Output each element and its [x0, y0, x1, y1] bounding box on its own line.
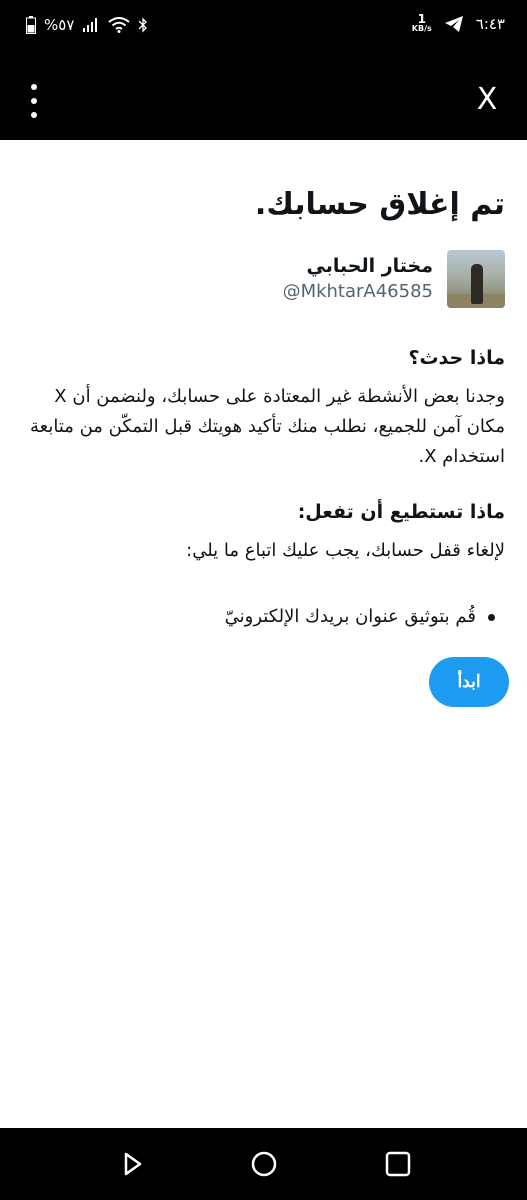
avatar-figure: [471, 264, 483, 304]
list-item: قُم بتوثيق عنوان بريدك الإلكترونيّ: [22, 602, 505, 632]
locked-account-content: تم إغلاق حسابك. مختار الحبابي @MkhtarA46…: [22, 140, 505, 632]
top-app-bar: X: [0, 60, 527, 140]
more-vert-icon[interactable]: [22, 84, 46, 118]
what-you-can-do-heading: ماذا تستطيع أن تفعل:: [297, 501, 505, 523]
battery-icon: [26, 16, 36, 34]
account-text: مختار الحبابي @MkhtarA46585: [283, 253, 433, 305]
status-bar: %٥٧ 1 KB/s ٦:٤٣: [0, 0, 527, 60]
menu-dot: [31, 112, 37, 118]
menu-dot: [31, 84, 37, 90]
recents-square-icon[interactable]: [382, 1148, 414, 1180]
network-speed-value: 1: [417, 12, 426, 26]
bullet-icon: [488, 613, 495, 621]
clock: ٦:٤٣: [475, 15, 505, 33]
battery-percent: %٥٧: [44, 16, 75, 34]
bluetooth-icon: [138, 17, 148, 33]
account-row: مختار الحبابي @MkhtarA46585: [22, 250, 505, 308]
start-button[interactable]: ابدأ: [429, 657, 509, 707]
what-you-can-do-text: لإلغاء قفل حسابك، يجب عليك اتباع ما يلي:: [186, 540, 505, 561]
status-left: %٥٧: [26, 16, 148, 34]
close-button[interactable]: X: [469, 80, 505, 120]
account-name: مختار الحبابي: [306, 255, 434, 277]
page-title: تم إغلاق حسابك.: [254, 187, 505, 222]
status-right: 1 KB/s ٦:٤٣: [411, 12, 505, 34]
wifi-icon: [108, 17, 131, 33]
steps-list: قُم بتوثيق عنوان بريدك الإلكترونيّ: [22, 602, 505, 632]
network-speed: 1 KB/s: [411, 12, 432, 34]
back-triangle-icon[interactable]: [116, 1148, 148, 1180]
telegram-icon: [444, 16, 463, 32]
home-circle-icon[interactable]: [248, 1148, 280, 1180]
signal-icon: [83, 18, 98, 32]
system-nav-bar: [0, 1128, 527, 1200]
network-speed-unit: KB/s: [411, 24, 432, 33]
account-handle: @MkhtarA46585: [282, 281, 433, 302]
menu-dot: [31, 98, 37, 104]
step-text: قُم بتوثيق عنوان بريدك الإلكترونيّ: [224, 606, 476, 627]
what-happened-text: وجدنا بعض الأنشطة غير المعتادة على حسابك…: [29, 386, 505, 467]
what-happened-heading: ماذا حدث؟: [408, 347, 505, 369]
avatar: [447, 250, 505, 308]
